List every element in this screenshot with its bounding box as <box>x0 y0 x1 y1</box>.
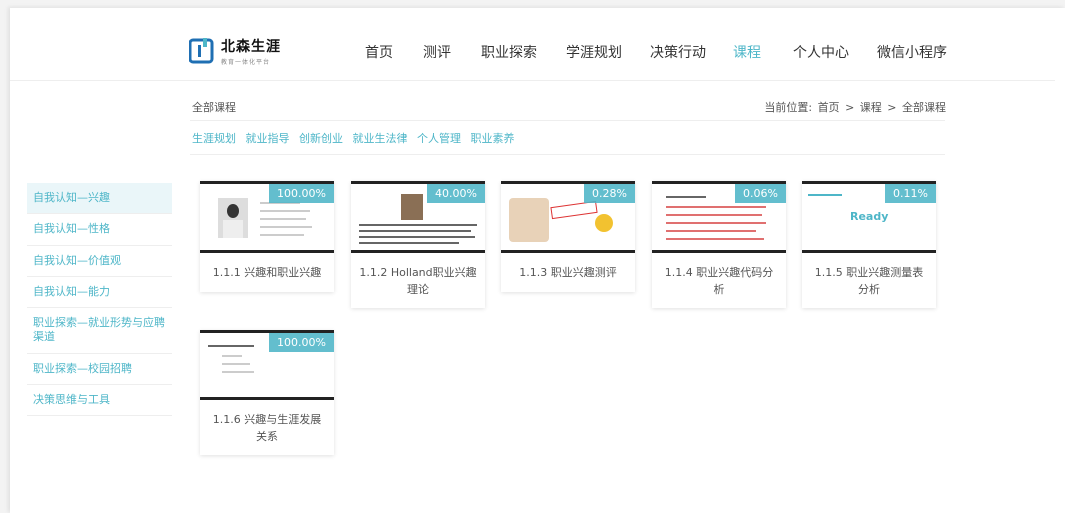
nav-wechat-miniprogram[interactable]: 微信小程序 <box>877 42 947 62</box>
progress-badge: 0.28% <box>584 184 635 203</box>
sidebar-item-decision-tools[interactable]: 决策思维与工具 <box>27 385 172 417</box>
category-innovation[interactable]: 创新创业 <box>299 132 343 145</box>
nav-study-plan[interactable]: 学涯规划 <box>566 42 622 62</box>
nav-career-explore[interactable]: 职业探索 <box>481 42 537 62</box>
course-thumbnail: 100.00% <box>200 181 334 253</box>
nav-assessment[interactable]: 测评 <box>423 42 451 62</box>
course-title: 1.1.6 兴趣与生涯发展关系 <box>212 413 322 443</box>
course-card[interactable]: 100.00% 1.1.1 兴趣和职业兴趣 <box>200 181 334 292</box>
logo-icon <box>188 37 215 65</box>
sidebar-item-values[interactable]: 自我认知—价值观 <box>27 246 172 277</box>
progress-badge: 100.00% <box>269 184 334 203</box>
category-filter: 生涯规划 就业指导 创新创业 就业生法律 个人管理 职业素养 <box>192 130 521 146</box>
sidebar: 自我认知—兴趣 自我认知—性格 自我认知—价值观 自我认知—能力 职业探索—就业… <box>27 183 172 417</box>
brand-logo[interactable]: 北森生涯 教育一体化平台 <box>188 36 281 66</box>
category-personal-management[interactable]: 个人管理 <box>417 132 461 145</box>
breadcrumb-current: 全部课程 <box>902 101 946 114</box>
course-title: 1.1.1 兴趣和职业兴趣 <box>212 266 322 279</box>
category-law[interactable]: 就业生法律 <box>353 132 408 145</box>
course-title: 1.1.5 职业兴趣测量表分析 <box>814 266 924 296</box>
portrait-image <box>401 194 423 220</box>
course-thumbnail: 0.28% <box>501 181 635 253</box>
breadcrumb-home[interactable]: 首页 <box>818 101 840 114</box>
course-thumbnail: 100.00% <box>200 330 334 400</box>
nav-personal-center[interactable]: 个人中心 <box>793 42 849 62</box>
sidebar-item-interest[interactable]: 自我认知—兴趣 <box>27 183 172 215</box>
progress-badge: 100.00% <box>269 333 334 352</box>
sidebar-item-personality[interactable]: 自我认知—性格 <box>27 214 172 246</box>
category-professionalism[interactable]: 职业素养 <box>471 132 515 145</box>
window-edge <box>0 0 10 513</box>
course-thumbnail: 0.06% <box>652 181 786 253</box>
course-title: 1.1.4 职业兴趣代码分析 <box>664 266 774 296</box>
divider <box>190 154 945 155</box>
category-employment-guidance[interactable]: 就业指导 <box>246 132 290 145</box>
nav-courses[interactable]: 课程 <box>733 42 761 62</box>
progress-badge: 40.00% <box>427 184 485 203</box>
course-thumbnail: 40.00% <box>351 181 485 253</box>
course-card[interactable]: 0.28% 1.1.3 职业兴趣测评 <box>501 181 635 292</box>
coin-icon <box>595 214 613 232</box>
divider <box>10 80 1055 81</box>
course-thumbnail: Ready 0.11% <box>802 181 936 253</box>
illustration-image <box>550 200 598 220</box>
breadcrumb: 当前位置: 首页 > 课程 > 全部课程 <box>762 99 946 115</box>
breadcrumb-separator: > <box>845 101 855 114</box>
course-title: 1.1.2 Holland职业兴趣理论 <box>359 266 477 296</box>
course-title: 1.1.3 职业兴趣测评 <box>519 266 617 279</box>
nav-home[interactable]: 首页 <box>365 42 393 62</box>
progress-badge: 0.06% <box>735 184 786 203</box>
brand-tagline: 教育一体化平台 <box>221 59 271 66</box>
breadcrumb-courses[interactable]: 课程 <box>860 101 882 114</box>
divider <box>190 120 945 121</box>
portrait-image <box>218 198 248 238</box>
section-title: 全部课程 <box>192 101 236 114</box>
breadcrumb-label: 当前位置: <box>764 101 813 114</box>
window-edge <box>0 0 1065 8</box>
breadcrumb-separator: > <box>887 101 897 114</box>
sidebar-item-ability[interactable]: 自我认知—能力 <box>27 277 172 309</box>
brand-name: 北森生涯 <box>221 39 281 55</box>
sidebar-item-campus-recruitment[interactable]: 职业探索—校园招聘 <box>27 354 172 386</box>
course-card[interactable]: Ready 0.11% 1.1.5 职业兴趣测量表分析 <box>802 181 936 308</box>
page: 北森生涯 教育一体化平台 首页 测评 职业探索 学涯规划 决策行动 课程 个人中… <box>0 0 1065 513</box>
course-card[interactable]: 0.06% 1.1.4 职业兴趣代码分析 <box>652 181 786 308</box>
category-career-planning[interactable]: 生涯规划 <box>192 132 236 145</box>
ready-label: Ready <box>850 210 889 223</box>
nav-decision[interactable]: 决策行动 <box>650 42 706 62</box>
course-card[interactable]: 40.00% 1.1.2 Holland职业兴趣理论 <box>351 181 485 308</box>
illustration-image <box>509 198 549 242</box>
sidebar-item-employment-channels[interactable]: 职业探索—就业形势与应聘渠道 <box>27 308 172 354</box>
course-card[interactable]: 100.00% 1.1.6 兴趣与生涯发展关系 <box>200 330 334 455</box>
progress-badge: 0.11% <box>885 184 936 203</box>
